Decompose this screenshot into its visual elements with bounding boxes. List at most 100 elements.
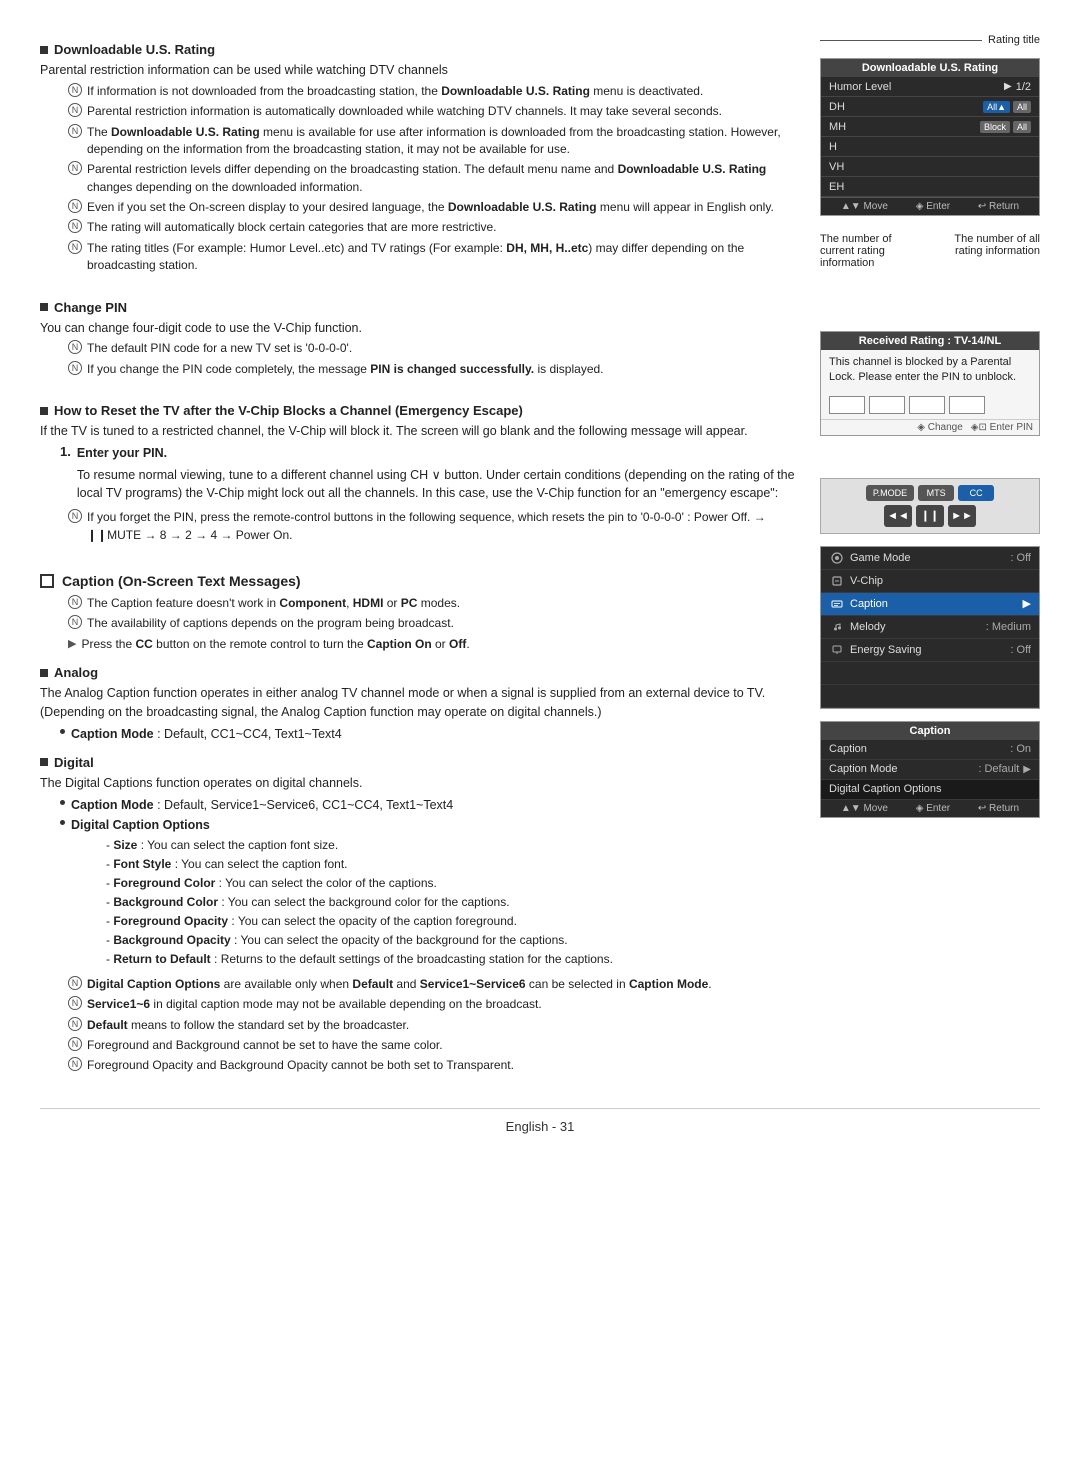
note-text-3: The Downloadable U.S. Rating menu is ava… <box>87 124 800 159</box>
note-item: N The Downloadable U.S. Rating menu is a… <box>60 124 800 159</box>
digital-caption-mode: Caption Mode : Default, Service1~Service… <box>71 796 453 814</box>
digital-body: The Digital Captions function operates o… <box>40 774 800 793</box>
rating-info-left: The number of current rating information <box>820 233 910 269</box>
rating-panel-title: Downloadable U.S. Rating <box>821 59 1039 77</box>
analog-title: Analog <box>54 665 98 680</box>
emergency-panel-body: This channel is blocked by a Parental Lo… <box>821 350 1039 391</box>
analog-mode-text: Caption Mode : Default, CC1~CC4, Text1~T… <box>71 725 342 743</box>
caption-row-label: Caption <box>829 743 1010 755</box>
cc-btn[interactable]: CC <box>958 485 994 501</box>
mts-btn[interactable]: MTS <box>918 485 954 501</box>
setup-row-caption[interactable]: Caption ▶ <box>821 593 1039 616</box>
note-icon-3: N <box>68 124 82 138</box>
note-item: N If information is not downloaded from … <box>60 83 800 100</box>
note-icon-2: N <box>68 103 82 117</box>
melody-icon <box>829 619 845 635</box>
gamemode-icon <box>829 550 845 566</box>
dash-item: Background Opacity : You can select the … <box>90 931 800 949</box>
emergency-title: How to Reset the TV after the V-Chip Blo… <box>54 403 523 418</box>
emergency-panel-title: Received Rating : TV-14/NL <box>821 332 1039 350</box>
bullet-icon <box>40 303 48 311</box>
remote-control: P.MODE MTS CC ◄◄ ❙❙ ►► <box>820 478 1040 534</box>
analog-bullet: Caption Mode : Default, CC1~CC4, Text1~T… <box>40 725 800 743</box>
digital-header: Digital <box>40 755 800 770</box>
note-item: N Service1~6 in digital caption mode may… <box>60 996 800 1013</box>
gamemode-value: : Off <box>1010 552 1031 564</box>
blank-icon-2 <box>829 688 845 704</box>
note-icon-emer: N <box>68 509 82 523</box>
pin-input-3[interactable] <box>909 396 945 414</box>
emergency-header: How to Reset the TV after the V-Chip Blo… <box>40 403 800 418</box>
caption-panel-row-digital: Digital Caption Options <box>821 780 1039 800</box>
note-item: N Even if you set the On-screen display … <box>60 199 800 216</box>
vchip-icon <box>829 573 845 589</box>
pmode-btn[interactable]: P.MODE <box>866 485 914 501</box>
note-icon-pin-2: N <box>68 361 82 375</box>
pin-input-2[interactable] <box>869 396 905 414</box>
downloadable-rating-header: Downloadable U.S. Rating <box>40 42 800 57</box>
note-text-4: Parental restriction levels differ depen… <box>87 161 800 196</box>
caption-row-value: : On <box>1010 743 1031 755</box>
note-item: N The rating will automatically block ce… <box>60 219 800 236</box>
rating-info-right: The number of all rating information <box>950 233 1040 269</box>
dash-item: Background Color : You can select the ba… <box>90 893 800 911</box>
pin-input-1[interactable] <box>829 396 865 414</box>
emergency-note: N If you forget the PIN, press the remot… <box>40 509 800 544</box>
dash-item: Foreground Opacity : You can select the … <box>90 912 800 930</box>
bullet-item: Caption Mode : Default, CC1~CC4, Text1~T… <box>60 725 800 743</box>
note-item: N Foreground and Background cannot be se… <box>60 1037 800 1054</box>
caption-panel-row-mode: Caption Mode : Default ▶ <box>821 760 1039 780</box>
caption-section-header: Caption (On-Screen Text Messages) <box>40 573 800 589</box>
rating-title-label: Rating title <box>988 34 1040 46</box>
note-text-cap-2: The availability of captions depends on … <box>87 615 454 632</box>
fastforward-btn[interactable]: ►► <box>948 505 976 527</box>
rating-panel-footer: ▲▼ Move ◈ Enter ↩ Return <box>821 197 1039 215</box>
note-icon-d1: N <box>68 976 82 990</box>
note-icon-cap-3: ▶ <box>68 637 76 650</box>
caption-menu-label: Caption <box>850 598 1018 610</box>
arrow-icon: ▶ <box>1004 81 1012 92</box>
note-text-6: The rating will automatically block cert… <box>87 219 497 236</box>
note-icon-d5: N <box>68 1057 82 1071</box>
captionmode-row-value: : Default <box>978 763 1019 775</box>
right-column: Rating title Downloadable U.S. Rating Hu… <box>820 30 1040 1078</box>
digital-bottom-notes: N Digital Caption Options are available … <box>40 976 800 1075</box>
note-item: N The default PIN code for a new TV set … <box>60 340 800 357</box>
humor-level-label: Humor Level <box>829 81 1000 93</box>
block-btn: Block <box>980 121 1010 133</box>
pin-input-4[interactable] <box>949 396 985 414</box>
note-item: N The availability of captions depends o… <box>60 615 800 632</box>
energy-label: Energy Saving <box>850 644 1005 656</box>
pause-btn[interactable]: ❙❙ <box>916 505 944 527</box>
analog-body: The Analog Caption function operates in … <box>40 684 800 722</box>
bullet-dot <box>60 800 65 805</box>
setup-row-vchip: V-Chip <box>821 570 1039 593</box>
note-icon-5: N <box>68 199 82 213</box>
rewind-btn[interactable]: ◄◄ <box>884 505 912 527</box>
note-icon-6: N <box>68 219 82 233</box>
dash-item: Foreground Color : You can select the co… <box>90 874 800 892</box>
footer-move: ▲▼ Move <box>841 201 888 212</box>
note-text-2: Parental restriction information is auto… <box>87 103 722 120</box>
change-pin-body: You can change four-digit code to use th… <box>40 319 800 338</box>
note-text-d1: Digital Caption Options are available on… <box>87 976 712 993</box>
bullet-icon <box>40 46 48 54</box>
checkbox-icon <box>40 574 54 588</box>
vh-label: VH <box>829 161 1031 173</box>
all-btn-1: All▲ <box>983 101 1010 113</box>
bullet-icon <box>40 407 48 415</box>
dh-label: DH <box>829 101 980 113</box>
emergency-intro: If the TV is tuned to a restricted chann… <box>40 422 800 441</box>
bullet-dot <box>60 729 65 734</box>
note-icon-d3: N <box>68 1017 82 1031</box>
rating-panel-row-vh: VH <box>821 157 1039 177</box>
note-text-pin-2: If you change the PIN code completely, t… <box>87 361 604 378</box>
downloadable-rating-body: Parental restriction information can be … <box>40 61 800 80</box>
caption-footer-return: ↩ Return <box>978 803 1019 814</box>
rating-panel-row-dh: DH All▲ All <box>821 97 1039 117</box>
step-1: 1. Enter your PIN. To resume normal view… <box>40 444 800 506</box>
note-text-d5: Foreground Opacity and Background Opacit… <box>87 1057 514 1074</box>
setup-menu-panel: Game Mode : Off V-Chip Caption ▶ <box>820 546 1040 709</box>
note-item: N The Caption feature doesn't work in Co… <box>60 595 800 612</box>
note-item: N Parental restriction levels differ dep… <box>60 161 800 196</box>
